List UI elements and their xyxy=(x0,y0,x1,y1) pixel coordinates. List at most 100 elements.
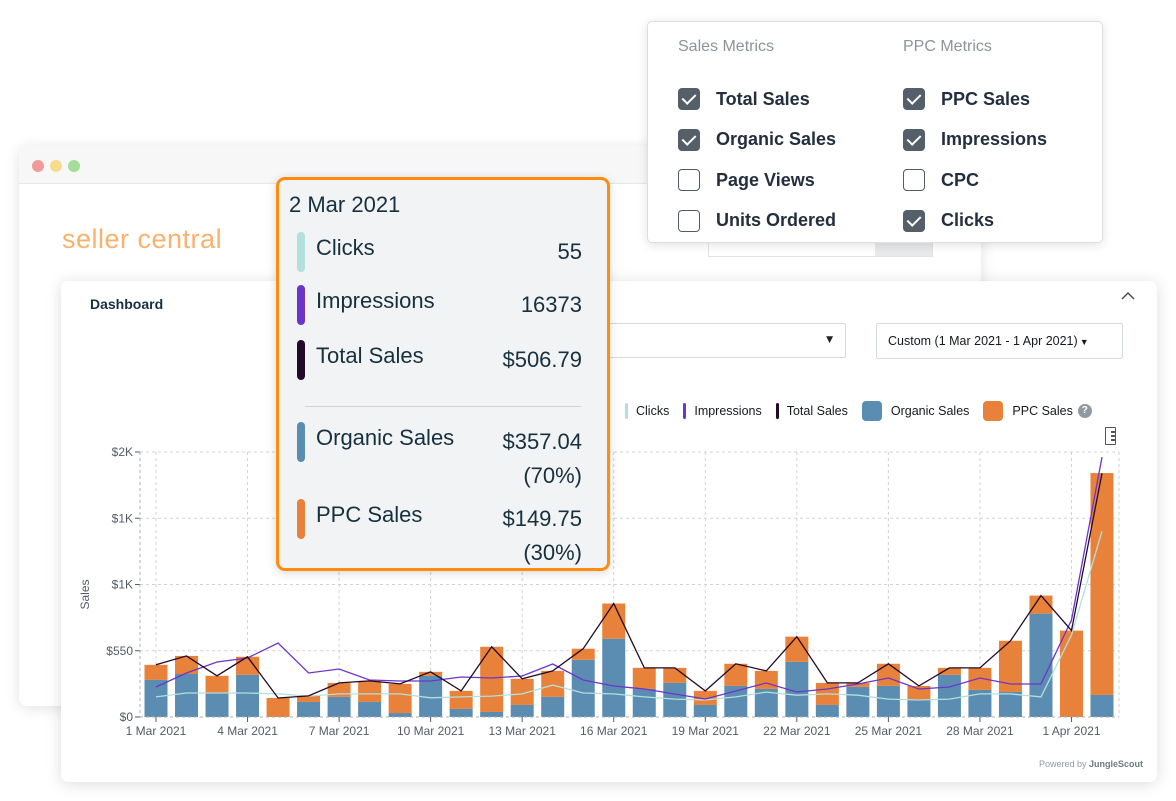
bar-organic-sales xyxy=(175,673,199,717)
window-maximize-dot[interactable] xyxy=(68,160,80,172)
tooltip-label: Organic Sales xyxy=(316,425,455,450)
option-label: Total Sales xyxy=(716,88,810,109)
metrics-popover: Sales Metrics Total Sales Organic Sales … xyxy=(647,21,1103,243)
bar-ppc-sales xyxy=(1059,630,1083,717)
tooltip-swatch xyxy=(297,340,305,380)
bar-organic-sales xyxy=(571,659,595,717)
bar-organic-sales xyxy=(388,713,412,717)
y-tick-label: $2K xyxy=(112,445,133,459)
y-axis-title: Sales xyxy=(78,579,92,609)
bar-organic-sales xyxy=(998,691,1022,717)
x-tick-label: 25 Mar 2021 xyxy=(855,724,923,738)
tooltip-divider xyxy=(305,406,581,407)
ppc-metrics-heading: PPC Metrics xyxy=(903,38,992,55)
bar-organic-sales xyxy=(358,701,382,717)
x-tick-label: 10 Mar 2021 xyxy=(397,724,465,738)
tooltip-value: 55 xyxy=(557,239,582,264)
bar-ppc-sales xyxy=(1090,473,1114,695)
bar-ppc-sales xyxy=(205,675,229,693)
y-tick-label: $1K xyxy=(112,578,133,592)
checkbox-units-ordered[interactable]: Units Ordered xyxy=(678,201,836,242)
tooltip-value: $506.79 xyxy=(502,347,582,372)
bar-ppc-sales xyxy=(358,680,382,702)
checkbox-icon[interactable] xyxy=(903,88,925,111)
bar-ppc-sales xyxy=(968,667,992,690)
y-tick-label: $550 xyxy=(106,644,133,658)
bar-ppc-sales xyxy=(541,670,565,697)
powered-by-prefix: Powered by xyxy=(1038,759,1087,769)
checkbox-icon[interactable] xyxy=(903,169,925,192)
checkbox-impressions[interactable]: Impressions xyxy=(903,120,1047,161)
checkbox-total-sales[interactable]: Total Sales xyxy=(678,79,836,120)
checkbox-icon[interactable] xyxy=(903,128,925,151)
tooltip-value: 16373 xyxy=(520,292,582,317)
bar-organic-sales xyxy=(876,685,900,717)
tooltip-amount: $149.75 xyxy=(502,506,582,531)
bar-organic-sales xyxy=(815,704,839,717)
tooltip-label: Clicks xyxy=(316,235,375,260)
x-tick-label: 13 Mar 2021 xyxy=(488,724,556,738)
window-minimize-dot[interactable] xyxy=(50,160,62,172)
bar-organic-sales xyxy=(297,701,321,717)
x-tick-label: 1 Mar 2021 xyxy=(126,724,187,738)
checkbox-icon[interactable] xyxy=(678,128,700,151)
tooltip-swatch xyxy=(297,499,305,539)
window-close-dot[interactable] xyxy=(32,160,44,172)
powered-by-brand[interactable]: JungleScout xyxy=(1089,759,1143,769)
checkbox-icon[interactable] xyxy=(903,209,925,232)
x-tick-label: 28 Mar 2021 xyxy=(946,724,1014,738)
bar-ppc-sales xyxy=(144,664,168,680)
tooltip-row-clicks: Clicks 55 xyxy=(297,232,582,272)
x-tick-label: 16 Mar 2021 xyxy=(580,724,648,738)
chart-tooltip: 2 Mar 2021 Clicks 55 Impressions 16373 T… xyxy=(276,177,610,571)
bar-organic-sales xyxy=(937,674,961,717)
tooltip-row-total-sales: Total Sales $506.79 xyxy=(297,340,582,380)
bar-organic-sales xyxy=(541,696,565,717)
bar-organic-sales xyxy=(632,688,656,717)
tooltip-row-impressions: Impressions 16373 xyxy=(297,285,582,325)
tooltip-row-ppc-sales: PPC Sales $149.75 (30%) xyxy=(297,499,582,569)
option-label: Impressions xyxy=(941,129,1048,150)
option-label: Organic Sales xyxy=(716,129,837,150)
checkbox-ppc-sales[interactable]: PPC Sales xyxy=(903,79,1047,120)
checkbox-organic-sales[interactable]: Organic Sales xyxy=(678,120,836,161)
tooltip-swatch xyxy=(297,285,305,325)
sales-metrics-column: Sales Metrics Total Sales Organic Sales … xyxy=(678,38,836,241)
bar-ppc-sales xyxy=(663,667,687,683)
y-tick-label: $0 xyxy=(120,710,134,724)
bar-organic-sales xyxy=(510,704,534,717)
checkbox-clicks[interactable]: Clicks xyxy=(903,201,1047,242)
bar-ppc-sales xyxy=(449,690,473,709)
checkbox-icon[interactable] xyxy=(678,209,700,232)
option-label: CPC xyxy=(941,169,980,190)
powered-by: Powered by JungleScout xyxy=(1039,759,1143,769)
option-label: Units Ordered xyxy=(716,210,837,231)
tooltip-label: Total Sales xyxy=(316,343,424,368)
sales-metrics-heading: Sales Metrics xyxy=(678,38,775,55)
option-label: Clicks xyxy=(941,210,995,231)
bar-ppc-sales xyxy=(724,663,748,686)
option-label: PPC Sales xyxy=(941,88,1031,109)
checkbox-page-views[interactable]: Page Views xyxy=(678,160,836,201)
tooltip-swatch xyxy=(297,232,305,272)
bar-organic-sales xyxy=(907,699,931,717)
bar-organic-sales xyxy=(236,674,260,717)
checkbox-cpc[interactable]: CPC xyxy=(903,160,1047,201)
bar-organic-sales xyxy=(846,686,870,717)
checkbox-icon[interactable] xyxy=(678,169,700,192)
ppc-metrics-column: PPC Metrics PPC Sales Impressions CPC Cl… xyxy=(903,38,1047,241)
seller-central-logo: seller central xyxy=(62,224,223,254)
x-tick-label: 4 Mar 2021 xyxy=(217,724,278,738)
tooltip-row-organic-sales: Organic Sales $357.04 (70%) xyxy=(297,422,582,492)
tooltip-value: $357.04 (70%) xyxy=(502,425,582,493)
option-label: Page Views xyxy=(716,169,815,190)
bar-ppc-sales xyxy=(480,646,504,712)
bar-organic-sales xyxy=(602,638,626,717)
tooltip-percent: (30%) xyxy=(523,540,582,565)
bar-organic-sales xyxy=(1029,613,1053,717)
bar-organic-sales xyxy=(449,708,473,717)
bar-ppc-sales xyxy=(876,663,900,686)
bar-ppc-sales xyxy=(388,683,412,714)
bar-organic-sales xyxy=(1090,694,1114,717)
checkbox-icon[interactable] xyxy=(678,88,700,111)
